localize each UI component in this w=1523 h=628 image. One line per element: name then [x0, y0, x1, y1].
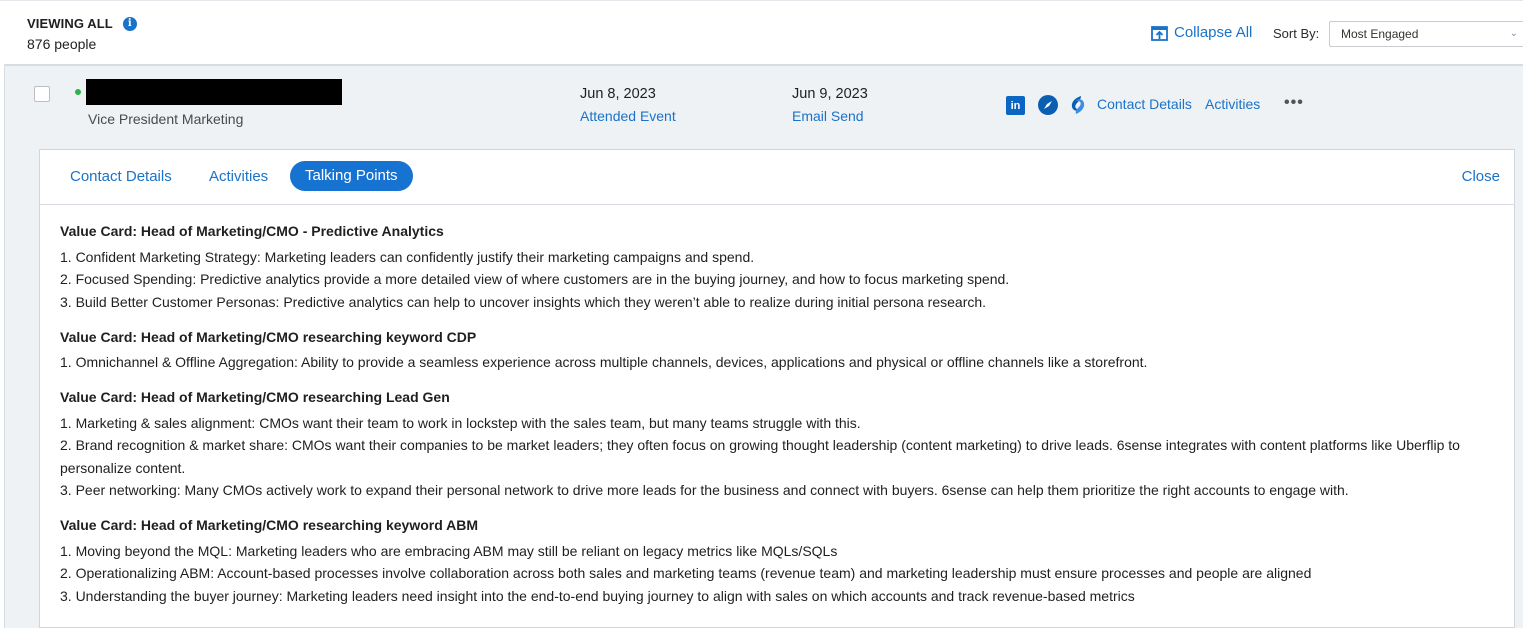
tab-contact-details[interactable]: Contact Details	[70, 168, 172, 185]
tab-activities[interactable]: Activities	[209, 168, 268, 185]
talking-point: 1. Marketing & sales alignment: CMOs wan…	[60, 414, 861, 431]
talking-point: 1. Moving beyond the MQL: Marketing lead…	[60, 542, 838, 559]
activities-link[interactable]: Activities	[1205, 96, 1260, 112]
close-button[interactable]: Close	[1462, 168, 1500, 185]
value-card-section: Value Card: Head of Marketing/CMO resear…	[60, 386, 1500, 502]
online-status-dot	[75, 89, 81, 95]
row-checkbox[interactable]	[34, 86, 50, 102]
detail-tab-bar: Contact Details Activities Talking Point…	[40, 150, 1514, 205]
value-card-title: Value Card: Head of Marketing/CMO resear…	[60, 517, 479, 533]
value-card-title: Value Card: Head of Marketing/CMO - Pred…	[60, 223, 444, 239]
chevron-down-icon: ⌄	[1509, 28, 1518, 39]
recent-activity-1: Jun 8, 2023 Attended Event	[580, 86, 676, 124]
value-card-section: Value Card: Head of Marketing/CMO resear…	[60, 514, 1500, 607]
sort-by-value: Most Engaged	[1341, 27, 1419, 41]
job-title: Vice President Marketing	[88, 111, 244, 127]
people-count: 876 people	[27, 36, 97, 52]
activity-date: Jun 8, 2023	[580, 86, 656, 102]
collapse-all-button[interactable]: Collapse All	[1151, 24, 1252, 41]
sort-by-select[interactable]: Most Engaged ⌄	[1329, 21, 1523, 47]
compass-icon[interactable]	[1038, 95, 1058, 115]
viewing-all-text: VIEWING ALL	[27, 16, 113, 31]
sixsense-logo-icon	[1071, 96, 1085, 114]
recent-activity-2: Jun 9, 2023 Email Send	[792, 86, 868, 124]
activity-date: Jun 9, 2023	[792, 86, 868, 102]
sort-by-label: Sort By:	[1273, 26, 1320, 41]
talking-points-content: Value Card: Head of Marketing/CMO - Pred…	[60, 220, 1500, 620]
tab-talking-points[interactable]: Talking Points	[290, 161, 413, 191]
list-header: VIEWING ALL i 876 people Collapse All So…	[0, 0, 1523, 64]
talking-point: 1. Confident Marketing Strategy: Marketi…	[60, 248, 755, 265]
talking-point: 3. Peer networking: Many CMOs actively w…	[60, 482, 1349, 498]
talking-point: 3. Understanding the buyer journey: Mark…	[60, 587, 1135, 604]
expanded-detail-card: Contact Details Activities Talking Point…	[39, 149, 1515, 628]
value-card-title: Value Card: Head of Marketing/CMO resear…	[60, 389, 450, 405]
info-icon[interactable]: i	[122, 16, 137, 31]
linkedin-icon[interactable]: in	[1006, 96, 1025, 115]
talking-point: 2. Brand recognition & market share: CMO…	[60, 437, 1460, 476]
collapse-all-label: Collapse All	[1174, 24, 1253, 41]
value-card-title: Value Card: Head of Marketing/CMO resear…	[60, 328, 477, 345]
contact-details-link[interactable]: Contact Details	[1097, 96, 1192, 112]
talking-point: 2. Focused Spending: Predictive analytic…	[60, 271, 1010, 287]
talking-point: 2. Operationalizing ABM: Account-based p…	[60, 565, 1312, 581]
more-options-icon[interactable]: •••	[1284, 94, 1304, 112]
talking-point: 1. Omnichannel & Offline Aggregation: Ab…	[60, 354, 1148, 370]
talking-point: 3. Build Better Customer Personas: Predi…	[60, 293, 987, 310]
collapse-icon	[1151, 25, 1168, 41]
value-card-section: Value Card: Head of Marketing/CMO - Pred…	[60, 220, 1500, 313]
activity-type-link[interactable]: Email Send	[792, 108, 868, 124]
sixsense-icon[interactable]	[1068, 95, 1088, 115]
value-card-section: Value Card: Head of Marketing/CMO resear…	[60, 326, 1500, 374]
person-name-redacted	[86, 79, 342, 105]
activity-type-link[interactable]: Attended Event	[580, 108, 676, 124]
viewing-all-label: VIEWING ALL i	[27, 16, 137, 31]
compass-needle-icon	[1044, 101, 1052, 109]
